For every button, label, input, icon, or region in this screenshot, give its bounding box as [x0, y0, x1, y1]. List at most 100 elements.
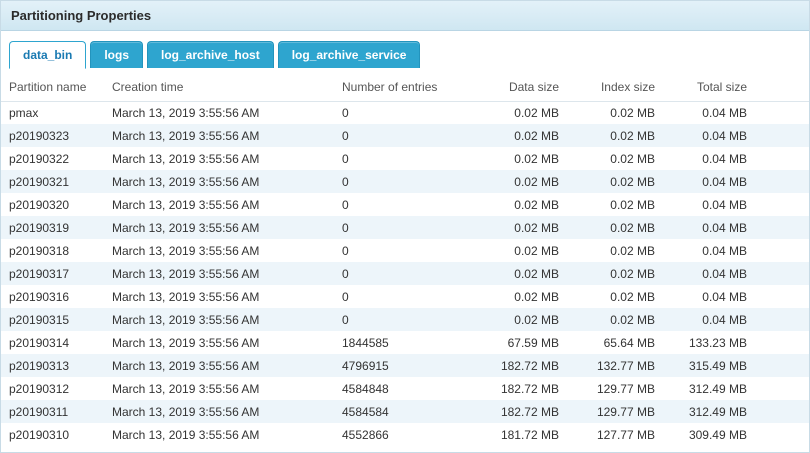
table-cell: 0.02 MB	[567, 308, 663, 331]
table-cell: 0.02 MB	[471, 285, 567, 308]
table-body: pmaxMarch 13, 2019 3:55:56 AM00.02 MB0.0…	[1, 101, 809, 446]
table-cell: March 13, 2019 3:55:56 AM	[104, 147, 334, 170]
table-cell: p20190323	[1, 124, 104, 147]
table-cell: 182.72 MB	[471, 354, 567, 377]
table-cell: March 13, 2019 3:55:56 AM	[104, 331, 334, 354]
table-cell: 0.04 MB	[663, 101, 809, 124]
table-cell: 4796915	[334, 354, 471, 377]
table-row[interactable]: p20190319March 13, 2019 3:55:56 AM00.02 …	[1, 216, 809, 239]
table-cell: p20190319	[1, 216, 104, 239]
table-cell: 0	[334, 147, 471, 170]
table-cell: pmax	[1, 101, 104, 124]
table-row[interactable]: p20190316March 13, 2019 3:55:56 AM00.02 …	[1, 285, 809, 308]
partitioning-properties-panel: Partitioning Properties data_binlogslog_…	[0, 0, 810, 453]
table-row[interactable]: p20190310March 13, 2019 3:55:56 AM455286…	[1, 423, 809, 446]
partitions-table: Partition nameCreation timeNumber of ent…	[1, 74, 809, 446]
table-cell: 65.64 MB	[567, 331, 663, 354]
table-cell: March 13, 2019 3:55:56 AM	[104, 423, 334, 446]
table-cell: 181.72 MB	[471, 423, 567, 446]
table-row[interactable]: p20190320March 13, 2019 3:55:56 AM00.02 …	[1, 193, 809, 216]
table-cell: March 13, 2019 3:55:56 AM	[104, 216, 334, 239]
table-cell: March 13, 2019 3:55:56 AM	[104, 262, 334, 285]
table-cell: 0.02 MB	[567, 124, 663, 147]
tab-log_archive_host[interactable]: log_archive_host	[147, 41, 274, 68]
table-cell: 132.77 MB	[567, 354, 663, 377]
table-cell: 0.02 MB	[471, 124, 567, 147]
table-cell: 0.02 MB	[471, 216, 567, 239]
column-header: Index size	[567, 74, 663, 101]
table-cell: p20190318	[1, 239, 104, 262]
tab-bar: data_binlogslog_archive_hostlog_archive_…	[1, 31, 809, 68]
table-cell: 129.77 MB	[567, 377, 663, 400]
table-cell: 182.72 MB	[471, 377, 567, 400]
table-cell: 0.04 MB	[663, 170, 809, 193]
table-row[interactable]: p20190311March 13, 2019 3:55:56 AM458458…	[1, 400, 809, 423]
table-row[interactable]: p20190322March 13, 2019 3:55:56 AM00.02 …	[1, 147, 809, 170]
table-cell: 0.02 MB	[471, 262, 567, 285]
table-cell: 0	[334, 170, 471, 193]
table-cell: p20190310	[1, 423, 104, 446]
table-cell: 0	[334, 239, 471, 262]
table-row[interactable]: p20190317March 13, 2019 3:55:56 AM00.02 …	[1, 262, 809, 285]
table-cell: 0.02 MB	[471, 239, 567, 262]
table-cell: 0.02 MB	[471, 308, 567, 331]
table-cell: March 13, 2019 3:55:56 AM	[104, 124, 334, 147]
table-cell: p20190314	[1, 331, 104, 354]
table-cell: March 13, 2019 3:55:56 AM	[104, 308, 334, 331]
table-cell: 67.59 MB	[471, 331, 567, 354]
table-row[interactable]: p20190321March 13, 2019 3:55:56 AM00.02 …	[1, 170, 809, 193]
table-cell: p20190317	[1, 262, 104, 285]
table-cell: 0.02 MB	[567, 101, 663, 124]
table-cell: p20190313	[1, 354, 104, 377]
column-header: Total size	[663, 74, 809, 101]
table-cell: 312.49 MB	[663, 400, 809, 423]
table-cell: 0.02 MB	[471, 101, 567, 124]
table-cell: March 13, 2019 3:55:56 AM	[104, 400, 334, 423]
table-cell: 127.77 MB	[567, 423, 663, 446]
table-cell: 0.04 MB	[663, 124, 809, 147]
table-row[interactable]: pmaxMarch 13, 2019 3:55:56 AM00.02 MB0.0…	[1, 101, 809, 124]
tab-content: Partition nameCreation timeNumber of ent…	[1, 68, 809, 446]
table-cell: 133.23 MB	[663, 331, 809, 354]
table-cell: 0.04 MB	[663, 308, 809, 331]
table-cell: 0.04 MB	[663, 193, 809, 216]
table-cell: p20190320	[1, 193, 104, 216]
table-cell: 1844585	[334, 331, 471, 354]
panel-title: Partitioning Properties	[1, 1, 809, 31]
table-row[interactable]: p20190312March 13, 2019 3:55:56 AM458484…	[1, 377, 809, 400]
table-row[interactable]: p20190313March 13, 2019 3:55:56 AM479691…	[1, 354, 809, 377]
table-cell: 0.02 MB	[567, 262, 663, 285]
table-cell: 0	[334, 124, 471, 147]
table-cell: 315.49 MB	[663, 354, 809, 377]
table-cell: 4584848	[334, 377, 471, 400]
column-header: Number of entries	[334, 74, 471, 101]
table-cell: March 13, 2019 3:55:56 AM	[104, 239, 334, 262]
table-row[interactable]: p20190314March 13, 2019 3:55:56 AM184458…	[1, 331, 809, 354]
table-cell: March 13, 2019 3:55:56 AM	[104, 285, 334, 308]
column-header: Data size	[471, 74, 567, 101]
table-cell: 182.72 MB	[471, 400, 567, 423]
table-cell: March 13, 2019 3:55:56 AM	[104, 377, 334, 400]
table-cell: 129.77 MB	[567, 400, 663, 423]
tab-logs[interactable]: logs	[90, 41, 143, 68]
table-cell: 0.02 MB	[567, 170, 663, 193]
table-cell: 0.02 MB	[471, 170, 567, 193]
table-cell: 0.04 MB	[663, 262, 809, 285]
table-cell: 0.02 MB	[471, 147, 567, 170]
table-cell: 0.04 MB	[663, 239, 809, 262]
table-row[interactable]: p20190318March 13, 2019 3:55:56 AM00.02 …	[1, 239, 809, 262]
table-cell: 0.04 MB	[663, 285, 809, 308]
tab-data_bin[interactable]: data_bin	[9, 41, 86, 69]
table-row[interactable]: p20190323March 13, 2019 3:55:56 AM00.02 …	[1, 124, 809, 147]
table-cell: 4584584	[334, 400, 471, 423]
column-header: Creation time	[104, 74, 334, 101]
table-cell: 0	[334, 193, 471, 216]
table-cell: p20190322	[1, 147, 104, 170]
table-header-row: Partition nameCreation timeNumber of ent…	[1, 74, 809, 101]
tab-log_archive_service[interactable]: log_archive_service	[278, 41, 421, 68]
column-header: Partition name	[1, 74, 104, 101]
table-cell: 0.04 MB	[663, 147, 809, 170]
table-cell: p20190321	[1, 170, 104, 193]
table-cell: 0.04 MB	[663, 216, 809, 239]
table-row[interactable]: p20190315March 13, 2019 3:55:56 AM00.02 …	[1, 308, 809, 331]
